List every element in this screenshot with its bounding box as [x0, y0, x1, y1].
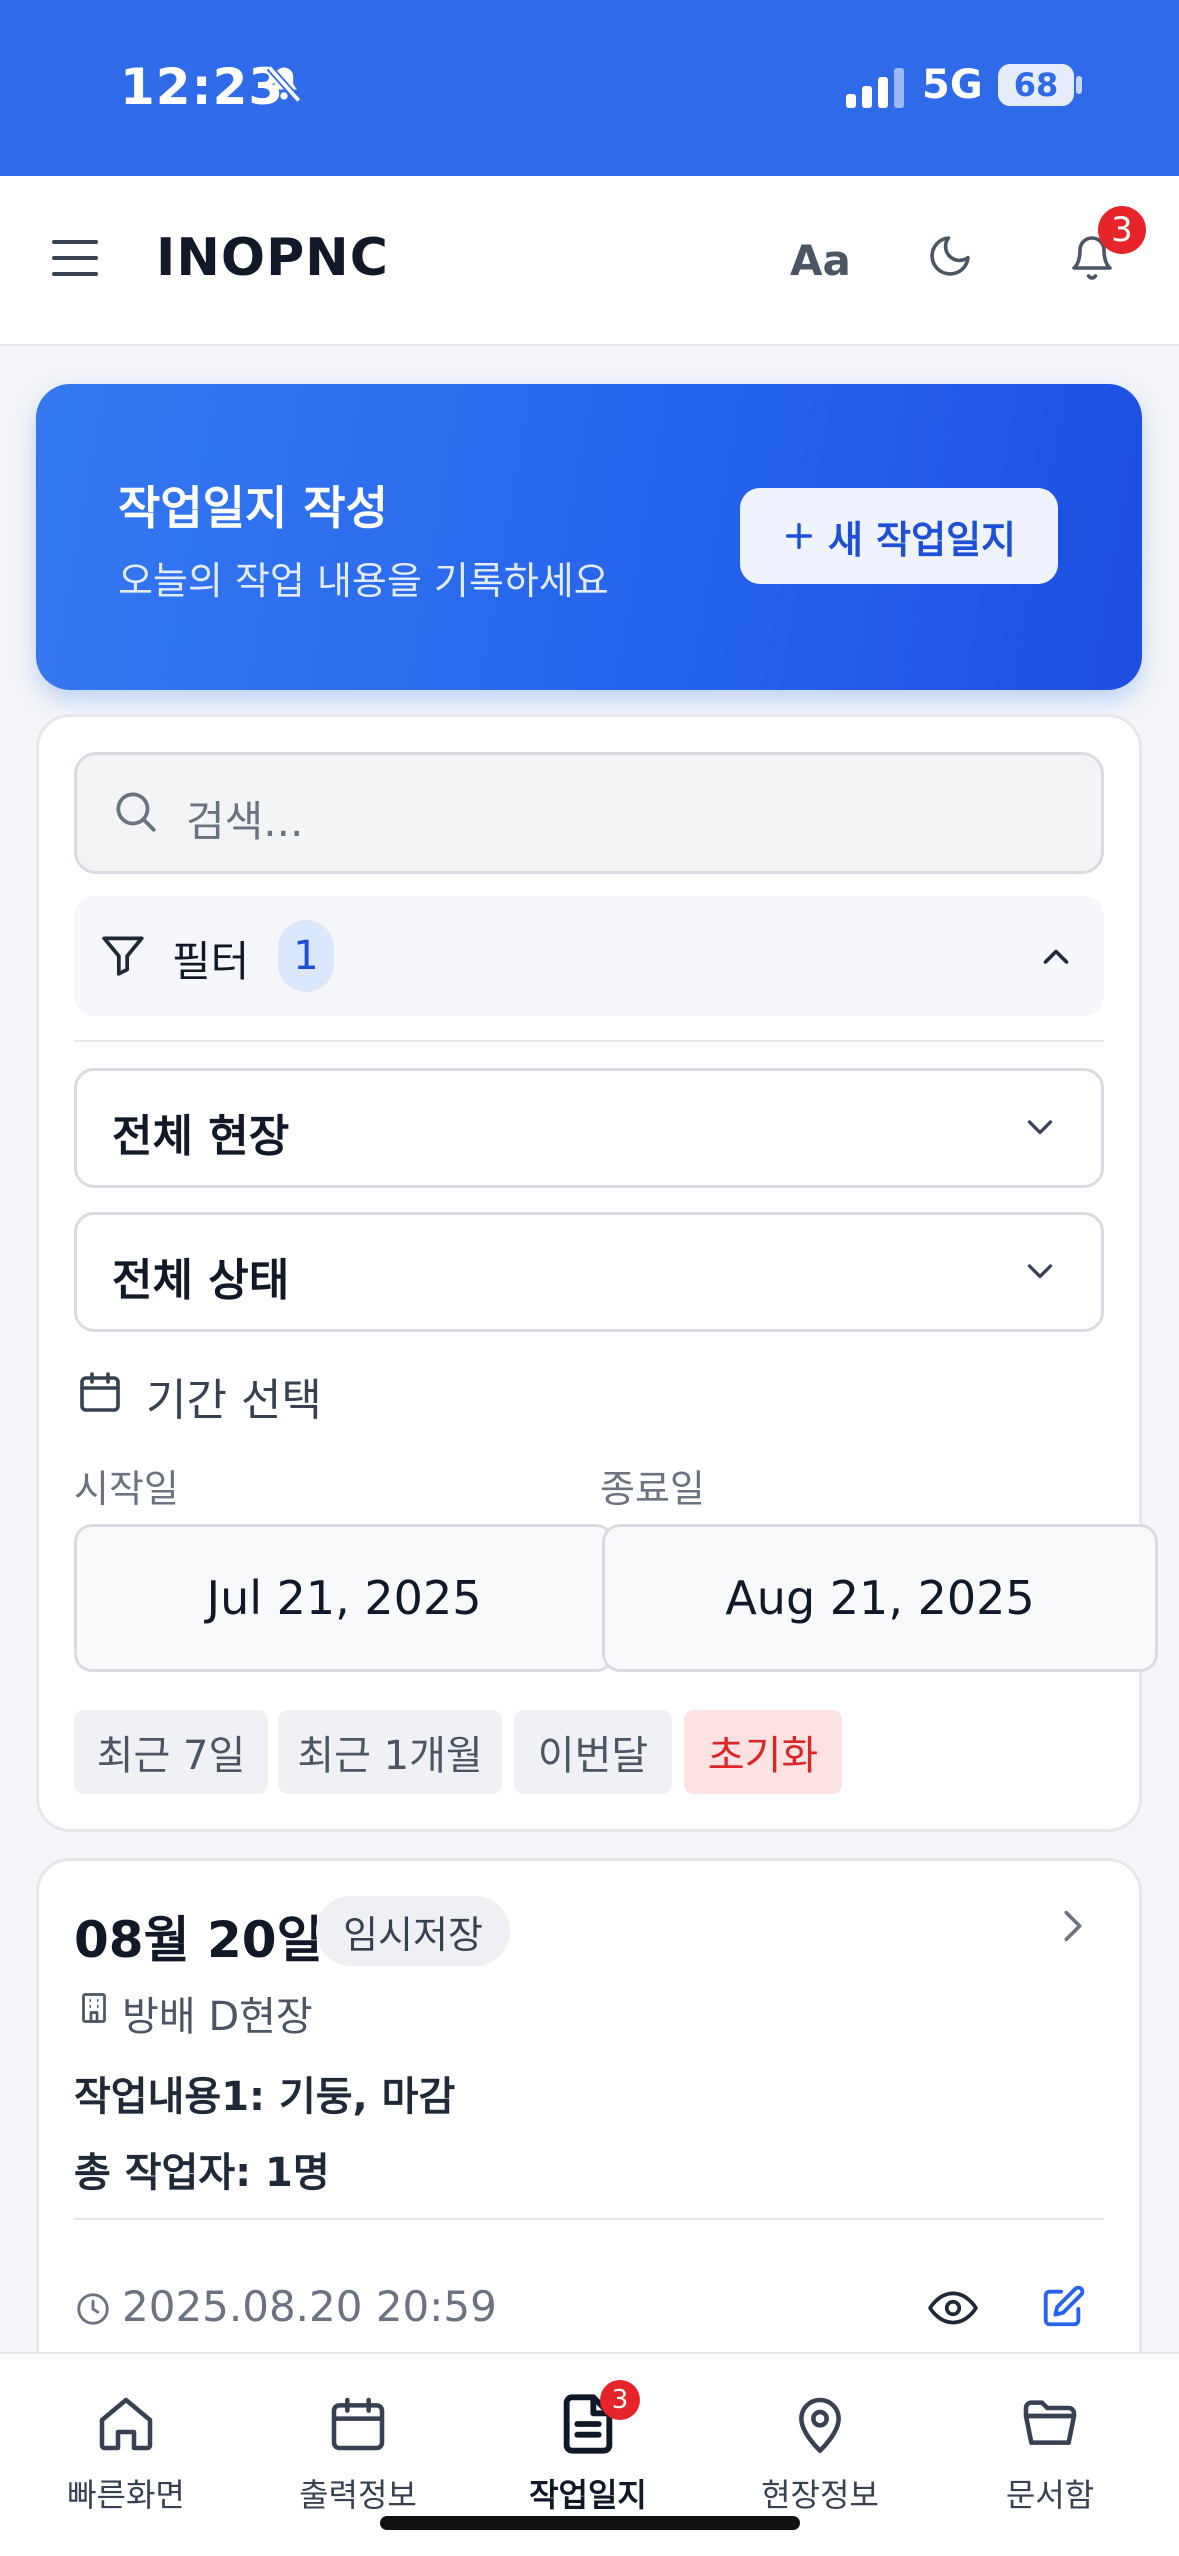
battery-cap	[1076, 76, 1082, 94]
work-log-timestamp: 2025.08.20 20:59	[122, 2282, 497, 2331]
silent-mode-icon	[262, 62, 306, 110]
filter-divider	[74, 1040, 1104, 1042]
nav-label: 빠른화면	[67, 2476, 185, 2514]
work-log-workers: 총 작업자: 1명	[74, 2150, 330, 2196]
filter-label: 필터	[172, 937, 250, 986]
calendar-icon	[76, 1368, 124, 1420]
network-type: 5G	[922, 62, 983, 108]
map-pin-icon	[799, 2397, 841, 2453]
signal-icon	[846, 68, 906, 112]
nav-badge: 3	[600, 2380, 640, 2420]
work-log-content: 작업내용1: 기둥, 마감	[74, 2074, 456, 2120]
nav-site-info[interactable]: 현장정보	[730, 2392, 910, 2516]
building-icon	[76, 1990, 112, 2030]
font-size-button[interactable]: Aa	[790, 236, 851, 285]
home-icon	[99, 2397, 153, 2451]
chevron-down-icon	[1022, 1114, 1058, 1146]
banner-subtitle: 오늘의 작업 내용을 기록하세요	[118, 559, 609, 603]
search-icon	[110, 786, 160, 840]
nav-documents[interactable]: 문서함	[960, 2392, 1140, 2516]
nav-label: 현장정보	[761, 2476, 879, 2514]
chevron-right-icon[interactable]	[1058, 1906, 1088, 1950]
card-divider	[74, 2218, 1104, 2220]
work-log-site: 방배 D현장	[122, 1994, 313, 2040]
nav-label: 문서함	[1005, 2476, 1095, 2514]
app-brand: INOPNC	[156, 228, 389, 288]
search-placeholder: 검색...	[186, 797, 304, 846]
clock-icon	[74, 2290, 112, 2332]
notification-badge: 3	[1098, 206, 1146, 254]
battery-level: 68	[1013, 66, 1059, 104]
chip-last-7-days[interactable]: 최근 7일	[74, 1710, 268, 1794]
work-log-date: 08월 20일	[74, 1911, 323, 1969]
status-select-value: 전체 상태	[112, 1255, 290, 1306]
chevron-up-icon[interactable]	[1038, 942, 1074, 974]
filter-funnel-icon	[98, 930, 148, 984]
chevron-down-icon	[1022, 1258, 1058, 1290]
folder-icon	[1023, 2400, 1077, 2445]
start-date-label: 시작일	[74, 1467, 179, 1511]
view-eye-icon[interactable]	[928, 2288, 978, 2332]
end-date-field[interactable]: Aug 21, 2025	[602, 1524, 1158, 1672]
site-select-value: 전체 현장	[112, 1111, 290, 1162]
status-time: 12:23	[120, 58, 285, 116]
nav-work-log[interactable]: 작업일지	[498, 2392, 678, 2516]
banner-title: 작업일지 작성	[118, 481, 388, 535]
hamburger-menu-icon[interactable]	[52, 238, 100, 282]
calendar-icon	[331, 2397, 385, 2451]
end-date-label: 종료일	[600, 1467, 705, 1511]
nav-label: 출력정보	[299, 2476, 417, 2514]
new-work-log-label: 새 작업일지	[827, 517, 1017, 562]
chip-last-1-month[interactable]: 최근 1개월	[278, 1710, 502, 1794]
chip-this-month[interactable]: 이번달	[514, 1710, 672, 1794]
battery-icon: 68	[998, 64, 1074, 106]
edit-pencil-icon[interactable]	[1040, 2284, 1086, 2334]
dark-mode-moon-icon[interactable]	[926, 232, 974, 284]
nav-output-info[interactable]: 출력정보	[268, 2392, 448, 2516]
start-date-field[interactable]: Jul 21, 2025	[74, 1524, 614, 1672]
plus-icon	[785, 522, 813, 550]
period-label: 기간 선택	[146, 1375, 322, 1426]
status-badge: 임시저장	[316, 1896, 510, 1966]
nav-quick-view[interactable]: 빠른화면	[36, 2392, 216, 2516]
chip-reset[interactable]: 초기화	[684, 1710, 842, 1794]
new-work-log-button[interactable]: 새 작업일지	[740, 488, 1058, 584]
filter-count-badge: 1	[278, 920, 334, 992]
home-indicator	[380, 2516, 800, 2530]
nav-label: 작업일지	[529, 2476, 647, 2514]
